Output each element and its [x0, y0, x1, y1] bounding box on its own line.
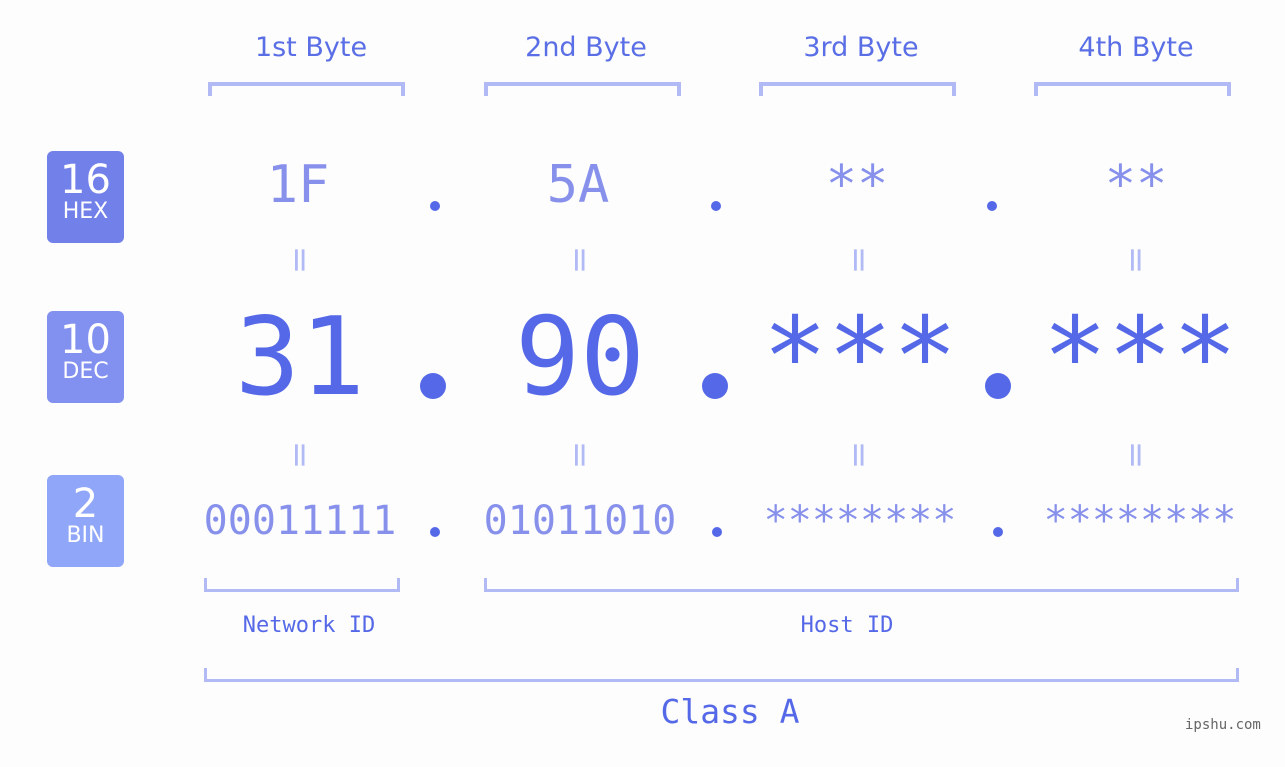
- watermark: ipshu.com: [1185, 717, 1261, 733]
- dec-byte-2: 90: [514, 295, 646, 420]
- byte-bracket-3: [759, 82, 956, 96]
- bin-badge-number: 2: [72, 481, 99, 527]
- dec-badge-number: 10: [60, 317, 111, 363]
- equals-icon: =: [280, 440, 320, 470]
- dec-byte-3: ***: [762, 295, 958, 420]
- hex-badge-label: HEX: [62, 199, 109, 224]
- dec-byte-1: 31: [234, 295, 366, 420]
- class-label: Class A: [660, 692, 800, 731]
- hex-byte-4: **: [1104, 155, 1168, 215]
- bin-byte-2: 01011010: [483, 498, 677, 544]
- network-id-label: Network ID: [242, 613, 376, 638]
- hex-badge: 16 HEX: [47, 151, 124, 243]
- hex-byte-3: **: [825, 155, 889, 215]
- class-bracket: [204, 668, 1239, 682]
- bin-byte-4: ********: [1043, 498, 1237, 544]
- host-id-bracket: [484, 578, 1239, 592]
- bin-badge: 2 BIN: [47, 475, 124, 567]
- dec-separator-dot: [985, 373, 1011, 399]
- byte-header-3: 3rd Byte: [803, 32, 919, 63]
- equals-icon: =: [839, 245, 879, 275]
- bin-byte-1: 00011111: [203, 498, 397, 544]
- dec-badge: 10 DEC: [47, 311, 124, 403]
- host-id-label: Host ID: [800, 613, 894, 638]
- dec-badge-label: DEC: [62, 359, 109, 384]
- bin-separator-dot: [712, 527, 722, 537]
- byte-bracket-4: [1034, 82, 1231, 96]
- byte-header-1: 1st Byte: [254, 32, 368, 63]
- byte-bracket-2: [484, 82, 681, 96]
- hex-separator-dot: [711, 201, 721, 211]
- hex-byte-1: 1F: [266, 155, 330, 215]
- byte-bracket-1: [208, 82, 405, 96]
- equals-icon: =: [560, 440, 600, 470]
- equals-icon: =: [839, 440, 879, 470]
- byte-header-4: 4th Byte: [1078, 32, 1194, 63]
- equals-icon: =: [1116, 440, 1156, 470]
- dec-separator-dot: [420, 373, 446, 399]
- network-id-bracket: [204, 578, 400, 592]
- equals-icon: =: [280, 245, 320, 275]
- hex-separator-dot: [430, 201, 440, 211]
- equals-icon: =: [560, 245, 600, 275]
- hex-badge-number: 16: [60, 157, 111, 203]
- bin-badge-label: BIN: [66, 523, 105, 548]
- equals-icon: =: [1116, 245, 1156, 275]
- dec-separator-dot: [702, 373, 728, 399]
- bin-separator-dot: [430, 527, 440, 537]
- hex-byte-2: 5A: [546, 155, 610, 215]
- bin-separator-dot: [993, 527, 1003, 537]
- hex-separator-dot: [987, 201, 997, 211]
- byte-header-2: 2nd Byte: [525, 32, 647, 63]
- dec-byte-4: ***: [1042, 295, 1238, 420]
- bin-byte-3: ********: [763, 498, 957, 544]
